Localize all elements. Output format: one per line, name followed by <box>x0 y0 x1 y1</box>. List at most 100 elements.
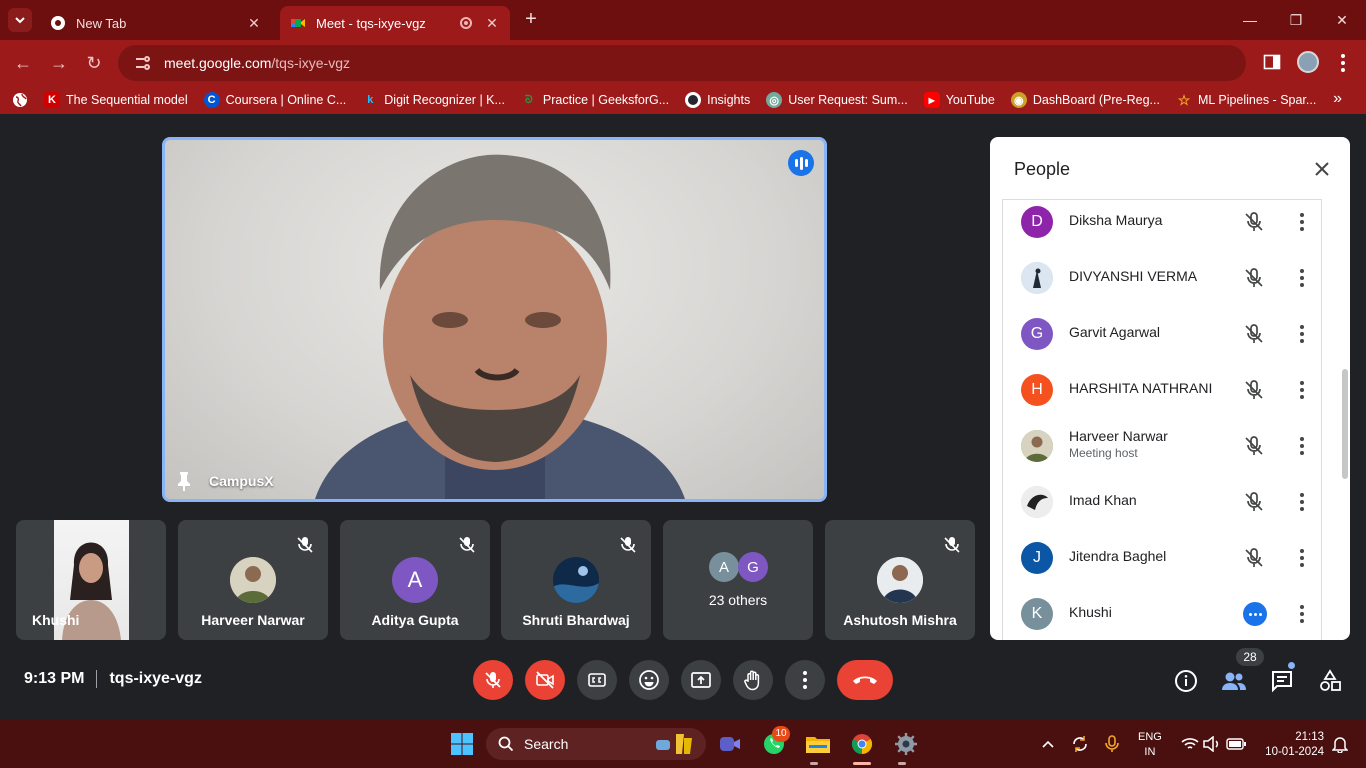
windows-taskbar: Search 10 ENG IN 21:13 10-01-2024 <box>0 720 1366 768</box>
captions-button[interactable] <box>577 660 617 700</box>
participant-row[interactable]: Harveer Narwar Meeting host <box>1003 418 1321 474</box>
mic-off-icon <box>1245 324 1263 343</box>
more-bookmarks-icon[interactable]: » <box>1333 90 1342 108</box>
mic-off-icon <box>485 672 501 688</box>
bookmark-item[interactable]: Insights <box>685 92 750 108</box>
forward-button[interactable]: → <box>48 52 70 74</box>
bookmark-item[interactable]: ᘐ Practice | GeeksforG... <box>521 92 669 108</box>
camera-toggle-button[interactable] <box>525 660 565 700</box>
taskbar-search-box[interactable]: Search <box>486 728 706 760</box>
mic-in-use-tray-icon[interactable] <box>1098 730 1126 758</box>
recording-icon <box>460 17 472 29</box>
back-button[interactable]: ← <box>12 52 34 74</box>
participant-name: Shruti Bhardwaj <box>522 612 630 628</box>
sync-tray-icon[interactable] <box>1066 730 1094 758</box>
participant-tile[interactable]: Shruti Bhardwaj <box>501 520 651 640</box>
tab-close-icon[interactable]: ✕ <box>246 15 262 32</box>
meeting-details-button[interactable] <box>1173 668 1199 694</box>
profile-avatar[interactable] <box>1297 51 1319 73</box>
activities-button[interactable] <box>1317 668 1343 694</box>
participant-tile[interactable]: Ashutosh Mishra <box>825 520 975 640</box>
mic-off-icon <box>1245 380 1263 399</box>
activities-icon <box>1320 669 1341 691</box>
chat-button[interactable] <box>1269 668 1295 694</box>
bookmark-item[interactable]: k Digit Recognizer | K... <box>362 92 505 108</box>
bookmark-item[interactable]: ▶ YouTube <box>923 92 995 108</box>
participant-row[interactable]: J Jitendra Baghel <box>1003 530 1321 586</box>
side-panel-icon[interactable] <box>1263 53 1281 71</box>
avatar: D <box>1021 206 1053 238</box>
more-options-icon[interactable] <box>1299 604 1305 624</box>
participant-list: D Diksha Maurya DIVYANSHI VERMA G Garvit… <box>1002 199 1322 640</box>
participant-name: Khushi <box>32 612 80 628</box>
window-close-icon[interactable]: ✕ <box>1332 10 1352 30</box>
bookmark-globe[interactable] <box>12 92 28 108</box>
taskbar-file-explorer[interactable] <box>804 730 832 758</box>
close-icon[interactable] <box>1312 159 1332 179</box>
participant-name: Jitendra Baghel <box>1069 548 1167 564</box>
microphone-toggle-button[interactable] <box>473 660 513 700</box>
input-language-indicator[interactable]: ENG IN <box>1138 730 1162 760</box>
people-button[interactable] <box>1221 668 1247 694</box>
notifications-button[interactable] <box>1326 730 1354 758</box>
pin-icon[interactable] <box>175 471 193 491</box>
participant-row[interactable]: DIVYANSHI VERMA <box>1003 250 1321 306</box>
participant-row[interactable]: H HARSHITA NATHRANI <box>1003 362 1321 418</box>
taskbar-settings[interactable] <box>892 730 920 758</box>
bookmark-item[interactable]: ◉ DashBoard (Pre-Reg... <box>1010 92 1160 108</box>
youtube-icon: ▶ <box>923 92 940 108</box>
site-info-icon[interactable] <box>132 53 152 73</box>
leave-call-button[interactable] <box>837 660 893 700</box>
participant-tile[interactable]: Khushi <box>16 520 166 640</box>
address-bar[interactable]: meet.google.com/tqs-ixye-vgz <box>118 45 1246 81</box>
participant-row[interactable]: G Garvit Agarwal <box>1003 306 1321 362</box>
reactions-button[interactable] <box>629 660 669 700</box>
tab-search-button[interactable] <box>8 8 32 32</box>
start-button[interactable] <box>448 730 476 758</box>
main-speaker-tile[interactable]: CampusX <box>162 137 827 502</box>
bookmark-item[interactable]: C Coursera | Online C... <box>203 92 346 108</box>
present-screen-button[interactable] <box>681 660 721 700</box>
tab-meet[interactable]: Meet - tqs-ixye-vgz ✕ <box>280 6 510 40</box>
bookmark-item[interactable]: ☆ ML Pipelines - Spar... <box>1176 92 1317 108</box>
minimize-icon[interactable]: — <box>1240 10 1260 30</box>
people-scrollbar[interactable] <box>1342 369 1348 479</box>
wifi-icon <box>1181 738 1199 749</box>
mic-off-icon <box>1245 492 1263 511</box>
avatar: J <box>1021 542 1053 574</box>
show-hidden-icons-button[interactable] <box>1034 730 1062 758</box>
meeting-info: 9:13 PM tqs-ixye-vgz <box>24 670 202 688</box>
participant-row[interactable]: Imad Khan <box>1003 474 1321 530</box>
participant-tile[interactable]: Harveer Narwar <box>178 520 328 640</box>
more-options-button[interactable] <box>785 660 825 700</box>
new-tab-button[interactable]: + <box>520 9 542 31</box>
participant-row[interactable]: K Khushi <box>1003 586 1321 640</box>
participant-name: Garvit Agarwal <box>1069 324 1161 340</box>
tab-close-icon[interactable]: ✕ <box>484 15 500 32</box>
browser-menu-icon[interactable] <box>1340 53 1346 73</box>
bookmark-item[interactable]: ◎ User Request: Sum... <box>766 92 908 108</box>
more-options-icon[interactable] <box>1299 492 1305 512</box>
bookmark-item[interactable]: K The Sequential model <box>44 92 188 108</box>
raise-hand-button[interactable] <box>733 660 773 700</box>
more-options-icon[interactable] <box>1299 268 1305 288</box>
battery-tray-icon[interactable] <box>1222 730 1250 758</box>
running-app-indicator <box>898 762 906 765</box>
more-options-icon[interactable] <box>1299 324 1305 344</box>
reload-button[interactable]: ↻ <box>83 52 105 74</box>
taskbar-chrome[interactable] <box>848 730 876 758</box>
more-options-icon[interactable] <box>1299 548 1305 568</box>
more-options-icon[interactable] <box>1299 212 1305 232</box>
restore-icon[interactable]: ❐ <box>1286 10 1306 30</box>
more-options-icon[interactable] <box>1299 380 1305 400</box>
others-tile[interactable]: A G 23 others <box>663 520 813 640</box>
camera-off-icon <box>536 671 554 689</box>
taskbar-meet-app[interactable] <box>716 730 744 758</box>
participant-row[interactable]: D Diksha Maurya <box>1003 200 1321 250</box>
more-options-icon[interactable] <box>1299 436 1305 456</box>
tab-new-tab[interactable]: New Tab ✕ <box>40 6 272 40</box>
chrome-icon <box>851 734 873 755</box>
participant-tile[interactable]: A Aditya Gupta <box>340 520 490 640</box>
system-clock[interactable]: 21:13 10-01-2024 <box>1262 730 1324 760</box>
windows-icon <box>451 733 473 755</box>
